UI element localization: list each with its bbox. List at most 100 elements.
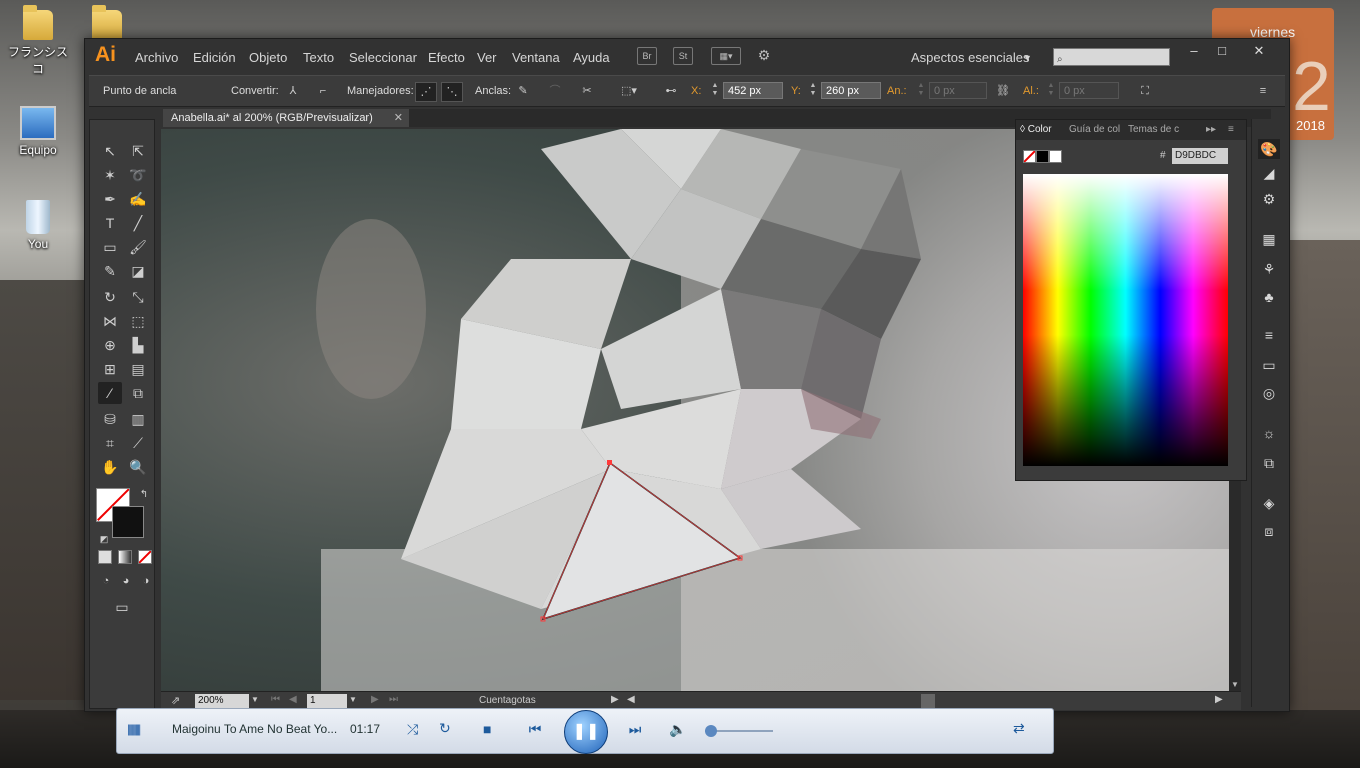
- column-graph-tool-icon[interactable]: ▥: [126, 408, 150, 430]
- scroll-right-icon[interactable]: ▶: [1215, 694, 1223, 705]
- scale-tool-icon[interactable]: ⤡: [126, 286, 150, 308]
- menu-texto[interactable]: Texto: [303, 50, 334, 65]
- first-artboard-icon[interactable]: ⏮: [271, 694, 280, 705]
- graphic-styles-icon[interactable]: ⧉: [1258, 453, 1280, 473]
- color-guide-icon[interactable]: ◢: [1258, 163, 1280, 183]
- control-menu-icon[interactable]: ≡: [1253, 82, 1273, 100]
- status-menu-icon[interactable]: ▶: [611, 694, 619, 705]
- zoom-tool-icon[interactable]: 🔍: [126, 456, 150, 478]
- tab-color-themes[interactable]: Temas de c: [1128, 124, 1179, 135]
- gradient-icon[interactable]: ▭: [1258, 355, 1280, 375]
- y-field[interactable]: 260 px: [821, 82, 881, 99]
- menu-ver[interactable]: Ver: [477, 50, 497, 65]
- menu-edicion[interactable]: Edición: [193, 50, 236, 65]
- scroll-down-icon[interactable]: ▼: [1231, 680, 1239, 689]
- symbol-sprayer-tool-icon[interactable]: ⛁: [98, 408, 122, 430]
- lasso-tool-icon[interactable]: ➰: [126, 164, 150, 186]
- stroke-icon[interactable]: ≡: [1258, 325, 1280, 345]
- artboards-icon[interactable]: ⧈: [1258, 521, 1280, 541]
- workspace-switcher[interactable]: Aspectos esenciales: [911, 50, 1030, 65]
- pen-tool-icon[interactable]: ✒: [98, 188, 122, 210]
- arrange-documents-button[interactable]: ▦▾: [711, 47, 741, 65]
- blend-tool-icon[interactable]: ⧉: [126, 382, 150, 404]
- maximize-button[interactable]: □: [1209, 42, 1235, 60]
- line-tool-icon[interactable]: ╱: [126, 212, 150, 234]
- bridge-button[interactable]: Br: [637, 47, 657, 65]
- menu-objeto[interactable]: Objeto: [249, 50, 287, 65]
- hide-handles-icon[interactable]: ⋱: [441, 82, 463, 102]
- rectangle-tool-icon[interactable]: ▭: [98, 236, 122, 258]
- panel-menu-icon[interactable]: ≡: [1228, 124, 1234, 135]
- menu-archivo[interactable]: Archivo: [135, 50, 178, 65]
- align-anchor-icon[interactable]: ⊷: [661, 82, 681, 100]
- panel-expand-icon[interactable]: ▸▸: [1206, 124, 1216, 135]
- desktop-icon-recycle-bin[interactable]: You: [3, 200, 73, 251]
- height-stepper-icon[interactable]: ▲ ▼: [1045, 82, 1057, 99]
- width-field[interactable]: 0 px: [929, 82, 987, 99]
- shape-builder-tool-icon[interactable]: ⊕: [98, 334, 122, 356]
- workspace-dropdown-icon[interactable]: ▼: [1023, 53, 1032, 63]
- none-swatch[interactable]: [1023, 150, 1036, 163]
- rotate-tool-icon[interactable]: ↻: [98, 286, 122, 308]
- zoom-level-field[interactable]: 200%: [195, 694, 249, 708]
- selection-tool-icon[interactable]: ↖: [98, 140, 122, 162]
- convert-smooth-icon[interactable]: ⌐: [313, 82, 333, 100]
- scroll-left-icon[interactable]: ◀: [627, 694, 635, 705]
- switch-to-library-icon[interactable]: ⇄: [1013, 720, 1025, 737]
- tab-color[interactable]: ◊ Color: [1020, 124, 1052, 135]
- none-mode-button[interactable]: [138, 550, 152, 564]
- volume-slider[interactable]: [705, 725, 773, 737]
- tab-color-guide[interactable]: Guía de col: [1069, 124, 1120, 135]
- stock-button[interactable]: St: [673, 47, 693, 65]
- type-tool-icon[interactable]: T: [98, 212, 122, 234]
- document-tab[interactable]: Anabella.ai* al 200% (RGB/Previsualizar)…: [163, 109, 409, 127]
- swatches-icon[interactable]: ▦: [1258, 229, 1280, 249]
- isolate-icon[interactable]: ⬚▾: [619, 82, 639, 100]
- sync-icon[interactable]: ⚙: [755, 47, 773, 63]
- artboard-tool-icon[interactable]: ⌗: [98, 432, 122, 454]
- anchor-point-selected[interactable]: [607, 460, 612, 465]
- transparency-icon[interactable]: ◎: [1258, 383, 1280, 403]
- repeat-icon[interactable]: ↻: [439, 720, 451, 737]
- paintbrush-tool-icon[interactable]: 🖌: [126, 236, 150, 258]
- menu-efecto[interactable]: Efecto: [428, 50, 465, 65]
- share-icon[interactable]: ⇗: [171, 694, 180, 707]
- hex-color-field[interactable]: D9DBDC: [1172, 148, 1228, 164]
- height-field[interactable]: 0 px: [1059, 82, 1119, 99]
- show-handles-icon[interactable]: ⋰: [415, 82, 437, 102]
- direct-selection-tool-icon[interactable]: ⇱: [126, 140, 150, 162]
- help-search-input[interactable]: ⌕: [1053, 48, 1170, 66]
- transform-icon[interactable]: ⛶: [1135, 82, 1155, 100]
- symbols-icon[interactable]: ♣: [1258, 287, 1280, 307]
- default-colors-icon[interactable]: ◩: [92, 528, 116, 550]
- volume-slider-thumb[interactable]: [705, 725, 717, 737]
- swap-fill-stroke-icon[interactable]: ↰: [132, 484, 156, 506]
- next-artboard-icon[interactable]: ▶: [371, 694, 379, 705]
- curvature-tool-icon[interactable]: ✍: [126, 188, 150, 210]
- screen-mode-icon[interactable]: ▭: [110, 596, 134, 618]
- hand-tool-icon[interactable]: ✋: [98, 456, 122, 478]
- stroke-swatch[interactable]: [112, 506, 144, 538]
- last-artboard-icon[interactable]: ⏭: [389, 694, 398, 705]
- color-themes-icon[interactable]: ⚙: [1258, 189, 1280, 209]
- layers-icon[interactable]: ◈: [1258, 493, 1280, 513]
- next-track-icon[interactable]: ⏭: [615, 721, 655, 738]
- mesh-tool-icon[interactable]: ⊞: [98, 358, 122, 380]
- gradient-tool-icon[interactable]: ▤: [126, 358, 150, 380]
- volume-icon[interactable]: 🔈: [669, 721, 686, 738]
- desktop-icon-computer[interactable]: Equipo: [3, 106, 73, 157]
- blob-brush-tool-icon[interactable]: ✎: [98, 260, 122, 282]
- black-swatch[interactable]: [1036, 150, 1049, 163]
- convert-corner-icon[interactable]: ⅄: [283, 82, 303, 100]
- brushes-icon[interactable]: ⚘: [1258, 259, 1280, 279]
- cut-path-icon[interactable]: ✂: [577, 82, 597, 100]
- pause-button[interactable]: ❚❚: [564, 710, 608, 754]
- artboard-dropdown-icon[interactable]: ▼: [349, 695, 357, 704]
- shuffle-icon[interactable]: ⤮: [407, 721, 418, 738]
- gradient-mode-button[interactable]: [118, 550, 132, 564]
- color-panel-icon[interactable]: 🎨: [1258, 139, 1280, 159]
- previous-track-icon[interactable]: ⏮: [515, 721, 555, 738]
- stop-icon[interactable]: ■: [483, 721, 491, 737]
- color-mode-button[interactable]: [98, 550, 112, 564]
- perspective-grid-tool-icon[interactable]: ▙: [126, 334, 150, 356]
